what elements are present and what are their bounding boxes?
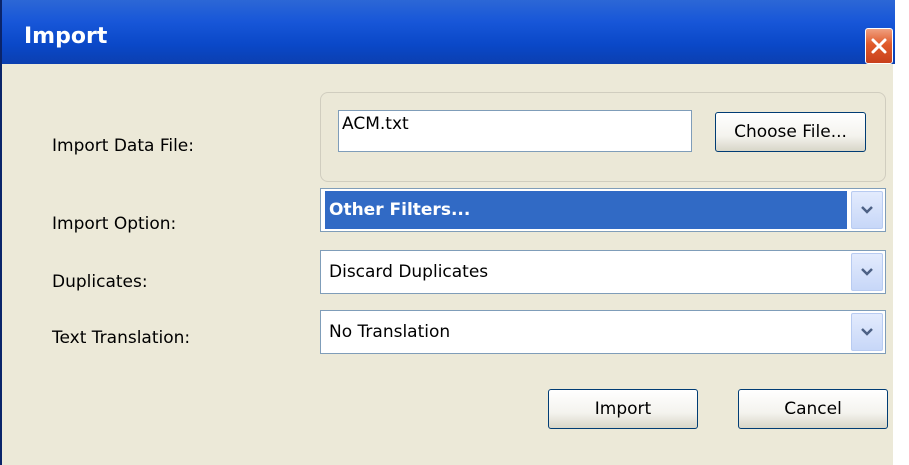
text-translation-select[interactable]: No Translation <box>320 310 886 354</box>
close-icon <box>871 38 887 54</box>
dialog-body: Import Data File: ACM.txt Choose File...… <box>2 64 893 465</box>
import-option-selected-value: Other Filters... <box>325 191 847 229</box>
duplicates-label: Duplicates: <box>52 272 148 292</box>
file-path-input[interactable]: ACM.txt <box>338 110 692 152</box>
import-option-select[interactable]: Other Filters... <box>320 188 886 232</box>
import-dialog: Import Import Data File: ACM.txt Choose … <box>0 0 895 465</box>
import-option-label: Import Option: <box>52 214 177 234</box>
chevron-down-icon <box>861 206 873 214</box>
choose-file-button[interactable]: Choose File... <box>715 112 866 152</box>
import-data-file-label: Import Data File: <box>52 136 194 156</box>
duplicates-select[interactable]: Discard Duplicates <box>320 250 886 294</box>
close-button[interactable] <box>865 28 893 64</box>
chevron-down-icon <box>861 268 873 276</box>
duplicates-dropdown-button[interactable] <box>851 253 883 291</box>
cancel-button[interactable]: Cancel <box>738 389 888 429</box>
dialog-title: Import <box>24 24 108 49</box>
duplicates-selected-value: Discard Duplicates <box>329 262 489 282</box>
title-bar[interactable]: Import <box>2 0 895 64</box>
text-translation-dropdown-button[interactable] <box>851 313 883 351</box>
chevron-down-icon <box>861 328 873 336</box>
import-button[interactable]: Import <box>548 389 698 429</box>
text-translation-label: Text Translation: <box>52 328 191 348</box>
text-translation-selected-value: No Translation <box>329 322 451 342</box>
import-option-dropdown-button[interactable] <box>851 191 883 229</box>
